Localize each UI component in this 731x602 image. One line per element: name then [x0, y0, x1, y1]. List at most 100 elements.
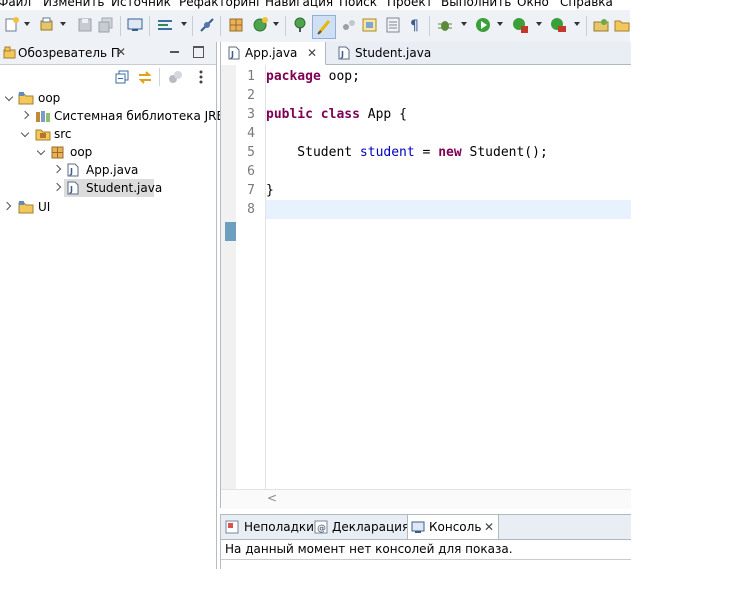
tree-item-label: App.java	[86, 163, 139, 177]
java-file-icon: J	[67, 181, 79, 195]
new-dropdown-icon[interactable]	[24, 22, 30, 26]
menu-refactor[interactable]: Рефакторинг	[179, 0, 262, 9]
menu-help[interactable]: Справка	[560, 0, 613, 9]
scroll-left-icon[interactable]: <	[267, 491, 277, 505]
debug-icon[interactable]	[436, 16, 454, 34]
new-project-dropdown-icon[interactable]	[60, 22, 66, 26]
tab-label: Student.java	[355, 46, 432, 60]
collapsed-arrow-icon[interactable]	[20, 110, 30, 120]
menu-source[interactable]: Источник	[111, 0, 171, 9]
menu-window[interactable]: Окно	[517, 0, 549, 9]
save-icon[interactable]	[76, 16, 94, 34]
line-number: 1	[247, 69, 255, 84]
toggle-breadcrumb-icon[interactable]	[156, 16, 174, 34]
menu-search[interactable]: Поиск	[339, 0, 377, 9]
line-number: 3	[247, 107, 255, 122]
svg-text:J: J	[340, 50, 344, 59]
package-explorer-icon	[3, 46, 16, 59]
tree-item-src[interactable]: src	[0, 125, 216, 143]
breadcrumb-dropdown-icon[interactable]	[181, 22, 187, 26]
tab-declaration[interactable]: @ Декларация	[311, 515, 409, 539]
expanded-arrow-icon[interactable]	[4, 92, 14, 102]
tab-label: App.java	[245, 46, 298, 60]
view-menu-icon[interactable]	[197, 69, 205, 85]
java-file-icon: J	[228, 46, 240, 60]
menu-bar: Файл Изменить Источник Рефакторинг Навиг…	[0, 0, 731, 10]
svg-text:J: J	[69, 167, 73, 176]
new-java-project-icon[interactable]	[38, 16, 56, 34]
editor-gutter[interactable]	[221, 65, 236, 489]
horizontal-scrollbar[interactable]: <	[221, 489, 631, 509]
svg-text:J: J	[69, 185, 73, 194]
coverage-icon[interactable]	[511, 16, 529, 34]
close-icon[interactable]: ✕	[307, 42, 317, 64]
explorer-tab-title[interactable]: Обозреватель П	[18, 46, 120, 60]
tree-item-jre-library[interactable]: Системная библиотека JRE [J	[0, 107, 236, 125]
minimize-icon[interactable]	[170, 51, 179, 53]
expanded-arrow-icon[interactable]	[36, 146, 46, 156]
line-number: 7	[247, 183, 255, 198]
explorer-tab-bar: Обозреватель П ✕	[0, 42, 216, 65]
menu-edit[interactable]: Изменить	[43, 0, 105, 9]
tab-console[interactable]: Консоль ✕	[407, 515, 499, 539]
external-tools-icon[interactable]	[549, 16, 567, 34]
run-dropdown-icon[interactable]	[497, 22, 503, 26]
block-selection-icon[interactable]	[361, 16, 379, 34]
new-java-package-icon[interactable]	[592, 16, 610, 34]
tab-label: Консоль	[429, 520, 482, 534]
open-folder-icon[interactable]	[613, 16, 631, 34]
tree-item-student-java[interactable]: J Student.java	[0, 179, 216, 197]
expanded-arrow-icon[interactable]	[20, 128, 30, 138]
tab-app-java[interactable]: J App.java ✕	[221, 42, 326, 65]
show-whitespace-icon[interactable]	[340, 16, 358, 34]
menu-run[interactable]: Выполнить	[441, 0, 511, 9]
debug-dropdown-icon[interactable]	[461, 22, 467, 26]
external-tools-dropdown-icon[interactable]	[574, 22, 580, 26]
tree-item-app-java[interactable]: J App.java	[0, 161, 216, 179]
pilcrow-icon[interactable]: ¶	[406, 16, 424, 34]
coverage-dropdown-icon[interactable]	[536, 22, 542, 26]
line-number: 6	[247, 164, 255, 179]
close-icon[interactable]: ✕	[484, 515, 494, 539]
tree-item-project-oop[interactable]: oop	[0, 89, 216, 107]
skip-breakpoints-icon[interactable]	[198, 16, 216, 34]
show-source-icon[interactable]	[384, 16, 402, 34]
collapsed-arrow-icon[interactable]	[52, 182, 62, 192]
save-all-icon[interactable]	[97, 16, 115, 34]
new-package-icon[interactable]	[227, 16, 245, 34]
tree-item-project-ui[interactable]: UI	[0, 198, 216, 216]
open-console-icon[interactable]	[126, 16, 144, 34]
menu-file[interactable]: Файл	[0, 0, 31, 9]
tree-item-label: UI	[38, 200, 51, 214]
tree-item-label: src	[54, 127, 72, 141]
menu-project[interactable]: Проект	[387, 0, 433, 9]
menu-navigate[interactable]: Навигация	[265, 0, 333, 9]
code-area[interactable]: package oop; public class App { Student …	[266, 65, 631, 489]
package-icon	[51, 146, 64, 159]
code-line-5[interactable]: Student student = new Student();	[266, 143, 547, 162]
tree-item-label: oop	[38, 91, 61, 105]
explorer-toolbar	[0, 65, 216, 89]
collapse-all-icon[interactable]	[115, 70, 130, 85]
close-icon[interactable]: ✕	[116, 45, 126, 59]
collapsed-arrow-icon[interactable]	[52, 164, 62, 174]
svg-text:¶: ¶	[410, 18, 419, 34]
code-line-7[interactable]: }	[266, 181, 274, 200]
code-line-3[interactable]: public class App {	[266, 105, 407, 124]
collapsed-arrow-icon[interactable]	[2, 201, 12, 211]
focus-on-task-icon[interactable]	[168, 70, 183, 85]
tree-item-package-oop[interactable]: oop	[0, 143, 216, 161]
open-type-icon[interactable]	[291, 16, 309, 34]
current-line-highlight	[266, 200, 631, 219]
tab-student-java[interactable]: J Student.java	[331, 42, 441, 64]
new-class-dropdown-icon[interactable]	[273, 22, 279, 26]
code-line-1[interactable]: package oop;	[266, 67, 360, 86]
link-with-editor-icon[interactable]	[137, 70, 153, 85]
mark-occurrences-toggle[interactable]	[312, 15, 336, 39]
run-icon[interactable]	[474, 16, 492, 34]
new-icon[interactable]	[3, 16, 21, 34]
maximize-icon[interactable]	[193, 46, 204, 58]
new-class-icon[interactable]	[251, 16, 269, 34]
tree-item-label: Student.java	[86, 181, 163, 195]
tab-problems[interactable]: Неполадки	[221, 515, 314, 539]
